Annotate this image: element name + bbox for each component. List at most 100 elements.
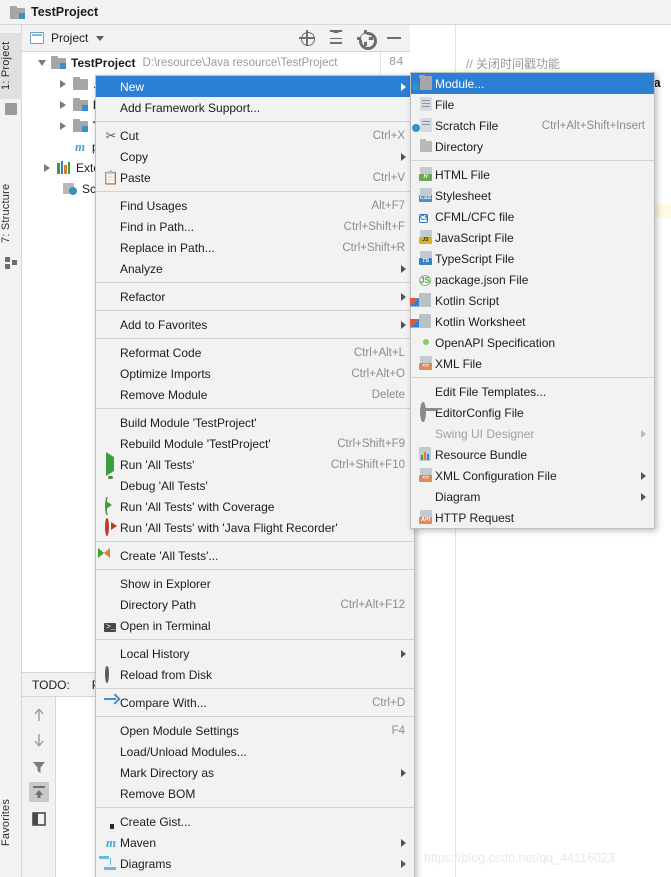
- terminal-icon: >_: [104, 622, 116, 632]
- submenu-item-module[interactable]: Module...: [411, 73, 654, 94]
- menu-item-add-framework-support[interactable]: Add Framework Support...: [96, 97, 414, 118]
- menu-item-rebuild-module[interactable]: Rebuild Module 'TestProject' Ctrl+Shift+…: [96, 433, 414, 454]
- menu-item-find-usages[interactable]: Find Usages Alt+F7: [96, 195, 414, 216]
- menu-item-reformat-code[interactable]: Reformat Code Ctrl+Alt+L: [96, 342, 414, 363]
- menu-item-create-all-tests[interactable]: Create 'All Tests'...: [96, 545, 414, 566]
- submenu-item-html-file[interactable]: H HTML File: [411, 164, 654, 185]
- menu-item-local-history[interactable]: Local History: [96, 643, 414, 664]
- submenu-item-scratch-file[interactable]: Scratch File Ctrl+Alt+Shift+Insert: [411, 115, 654, 136]
- submenu-arrow-icon: [401, 82, 406, 91]
- menu-item-optimize-imports[interactable]: Optimize Imports Ctrl+Alt+O: [96, 363, 414, 384]
- http-request-icon: API: [417, 509, 435, 526]
- settings-gear-icon[interactable]: [357, 30, 377, 50]
- menu-item-refactor[interactable]: Refactor: [96, 286, 414, 307]
- submenu-item-label: CFML/CFC file: [435, 209, 515, 224]
- menu-item-new[interactable]: New: [96, 76, 414, 97]
- sidebar-tab-favorites[interactable]: Favorites: [0, 785, 22, 859]
- menu-item-diagrams[interactable]: Diagrams: [96, 853, 414, 874]
- menu-item-mark-directory-as[interactable]: Mark Directory as: [96, 762, 414, 783]
- hide-icon[interactable]: [386, 30, 402, 46]
- submenu-item-swing-ui-designer[interactable]: Swing UI Designer: [411, 423, 654, 444]
- menu-item-build-module[interactable]: Build Module 'TestProject': [96, 412, 414, 433]
- no-icon: [102, 646, 120, 662]
- up-arrow-icon[interactable]: [29, 705, 49, 725]
- submenu-item-javascript-file[interactable]: JS JavaScript File: [411, 227, 654, 248]
- locate-icon[interactable]: [299, 30, 315, 46]
- menu-item-load-unload-modules[interactable]: Load/Unload Modules...: [96, 741, 414, 762]
- menu-item-add-to-favorites[interactable]: Add to Favorites: [96, 314, 414, 335]
- menu-item-label: Create 'All Tests'...: [120, 548, 219, 563]
- menu-item-copy[interactable]: Copy: [96, 146, 414, 167]
- menu-item-remove-module[interactable]: Remove Module Delete: [96, 384, 414, 405]
- editorconfig-icon: [417, 401, 435, 422]
- no-icon: [102, 387, 120, 403]
- menu-item-replace-in-path[interactable]: Replace in Path... Ctrl+Shift+R: [96, 237, 414, 258]
- menu-item-compare-with[interactable]: Compare With... Ctrl+D: [96, 692, 414, 713]
- sidebar-tab-project[interactable]: 1: Project: [0, 33, 22, 99]
- menu-item-label: Mark Directory as: [120, 765, 215, 780]
- file-icon: [417, 96, 435, 113]
- expand-arrow-icon[interactable]: [60, 79, 66, 88]
- sidebar-tab-structure[interactable]: 7: Structure: [0, 173, 22, 253]
- menu-item-reload-from-disk[interactable]: Reload from Disk: [96, 664, 414, 685]
- menu-separator: [96, 338, 414, 339]
- menu-item-shortcut: Ctrl+Alt+O: [351, 367, 405, 380]
- submenu-item-xml-configuration-file[interactable]: <> XML Configuration File: [411, 465, 654, 486]
- menu-item-create-gist[interactable]: Create Gist...: [96, 811, 414, 832]
- menu-item-analyze[interactable]: Analyze: [96, 258, 414, 279]
- no-icon: [102, 317, 120, 333]
- menu-separator: [411, 377, 654, 378]
- submenu-item-file[interactable]: File: [411, 94, 654, 115]
- submenu-item-directory[interactable]: Directory: [411, 136, 654, 157]
- chevron-down-icon[interactable]: [96, 35, 105, 41]
- menu-separator: [96, 310, 414, 311]
- expand-arrow-icon[interactable]: [60, 100, 66, 109]
- menu-item-open-module-settings[interactable]: Open Module Settings F4: [96, 720, 414, 741]
- menu-item-label: Run 'All Tests' with 'Java Flight Record…: [120, 520, 338, 535]
- submenu-item-stylesheet[interactable]: CSS Stylesheet: [411, 185, 654, 206]
- menu-item-directory-path[interactable]: Directory Path Ctrl+Alt+F12: [96, 594, 414, 615]
- menu-item-run-all-tests[interactable]: Run 'All Tests' Ctrl+Shift+F10: [96, 451, 414, 476]
- no-icon: [102, 345, 120, 361]
- submenu-item-edit-file-templates[interactable]: Edit File Templates...: [411, 381, 654, 402]
- submenu-item-typescript-file[interactable]: TS TypeScript File: [411, 248, 654, 269]
- menu-item-maven[interactable]: m Maven: [96, 832, 414, 853]
- submenu-item-resource-bundle[interactable]: Resource Bundle: [411, 444, 654, 465]
- filter-icon[interactable]: [29, 757, 49, 777]
- module-folder-icon: [73, 119, 88, 132]
- down-arrow-icon[interactable]: [29, 730, 49, 750]
- menu-item-open-in-terminal[interactable]: >_ Open in Terminal: [96, 615, 414, 636]
- css-file-icon: CSS: [417, 187, 435, 204]
- title-bar: TestProject: [0, 0, 671, 25]
- menu-item-remove-bom[interactable]: Remove BOM: [96, 783, 414, 804]
- menu-item-debug-all-tests[interactable]: Debug 'All Tests': [96, 475, 414, 496]
- submenu-item-packagejson-file[interactable]: JS package.json File: [411, 269, 654, 290]
- tab-todo[interactable]: TODO:: [32, 678, 70, 692]
- submenu-item-cfml-cfc-file[interactable]: Cf CFML/CFC file: [411, 206, 654, 227]
- submenu-item-diagram[interactable]: Diagram: [411, 486, 654, 507]
- expand-arrow-icon[interactable]: [44, 163, 50, 172]
- menu-item-find-in-path[interactable]: Find in Path... Ctrl+Shift+F: [96, 216, 414, 237]
- menu-item-show-in-explorer[interactable]: Show in Explorer: [96, 573, 414, 594]
- submenu-item-editorconfig-file[interactable]: EditorConfig File: [411, 401, 654, 423]
- menu-item-run-with-jfr[interactable]: Run 'All Tests' with 'Java Flight Record…: [96, 517, 414, 538]
- javascript-file-icon: JS: [417, 229, 435, 246]
- submenu-item-kotlin-worksheet[interactable]: Kotlin Worksheet: [410, 311, 654, 332]
- expand-arrow-icon[interactable]: [60, 121, 66, 130]
- submenu-item-label: HTML File: [435, 167, 490, 182]
- menu-separator: [96, 121, 414, 122]
- menu-item-shortcut: Ctrl+V: [372, 171, 405, 184]
- menu-item-run-with-coverage[interactable]: Run 'All Tests' with Coverage: [96, 496, 414, 517]
- menu-item-cut[interactable]: ✂ Cut Ctrl+X: [96, 125, 414, 146]
- menu-item-paste[interactable]: 📋 Paste Ctrl+V: [96, 167, 414, 188]
- export-icon[interactable]: [29, 782, 49, 802]
- submenu-item-http-request[interactable]: API HTTP Request: [411, 507, 654, 528]
- expand-arrow-icon[interactable]: [38, 59, 46, 66]
- submenu-item-kotlin-script[interactable]: Kotlin Script: [410, 290, 654, 311]
- submenu-item-xml-file[interactable]: <> XML File: [411, 353, 654, 374]
- tree-item-testproject[interactable]: TestProject D:\resource\Java resource\Te…: [22, 52, 410, 73]
- layout-icon[interactable]: [29, 809, 49, 829]
- menu-item-label: Local History: [120, 646, 190, 661]
- submenu-item-openapi-specification[interactable]: OpenAPI Specification: [411, 332, 654, 353]
- collapse-all-icon[interactable]: [328, 30, 344, 46]
